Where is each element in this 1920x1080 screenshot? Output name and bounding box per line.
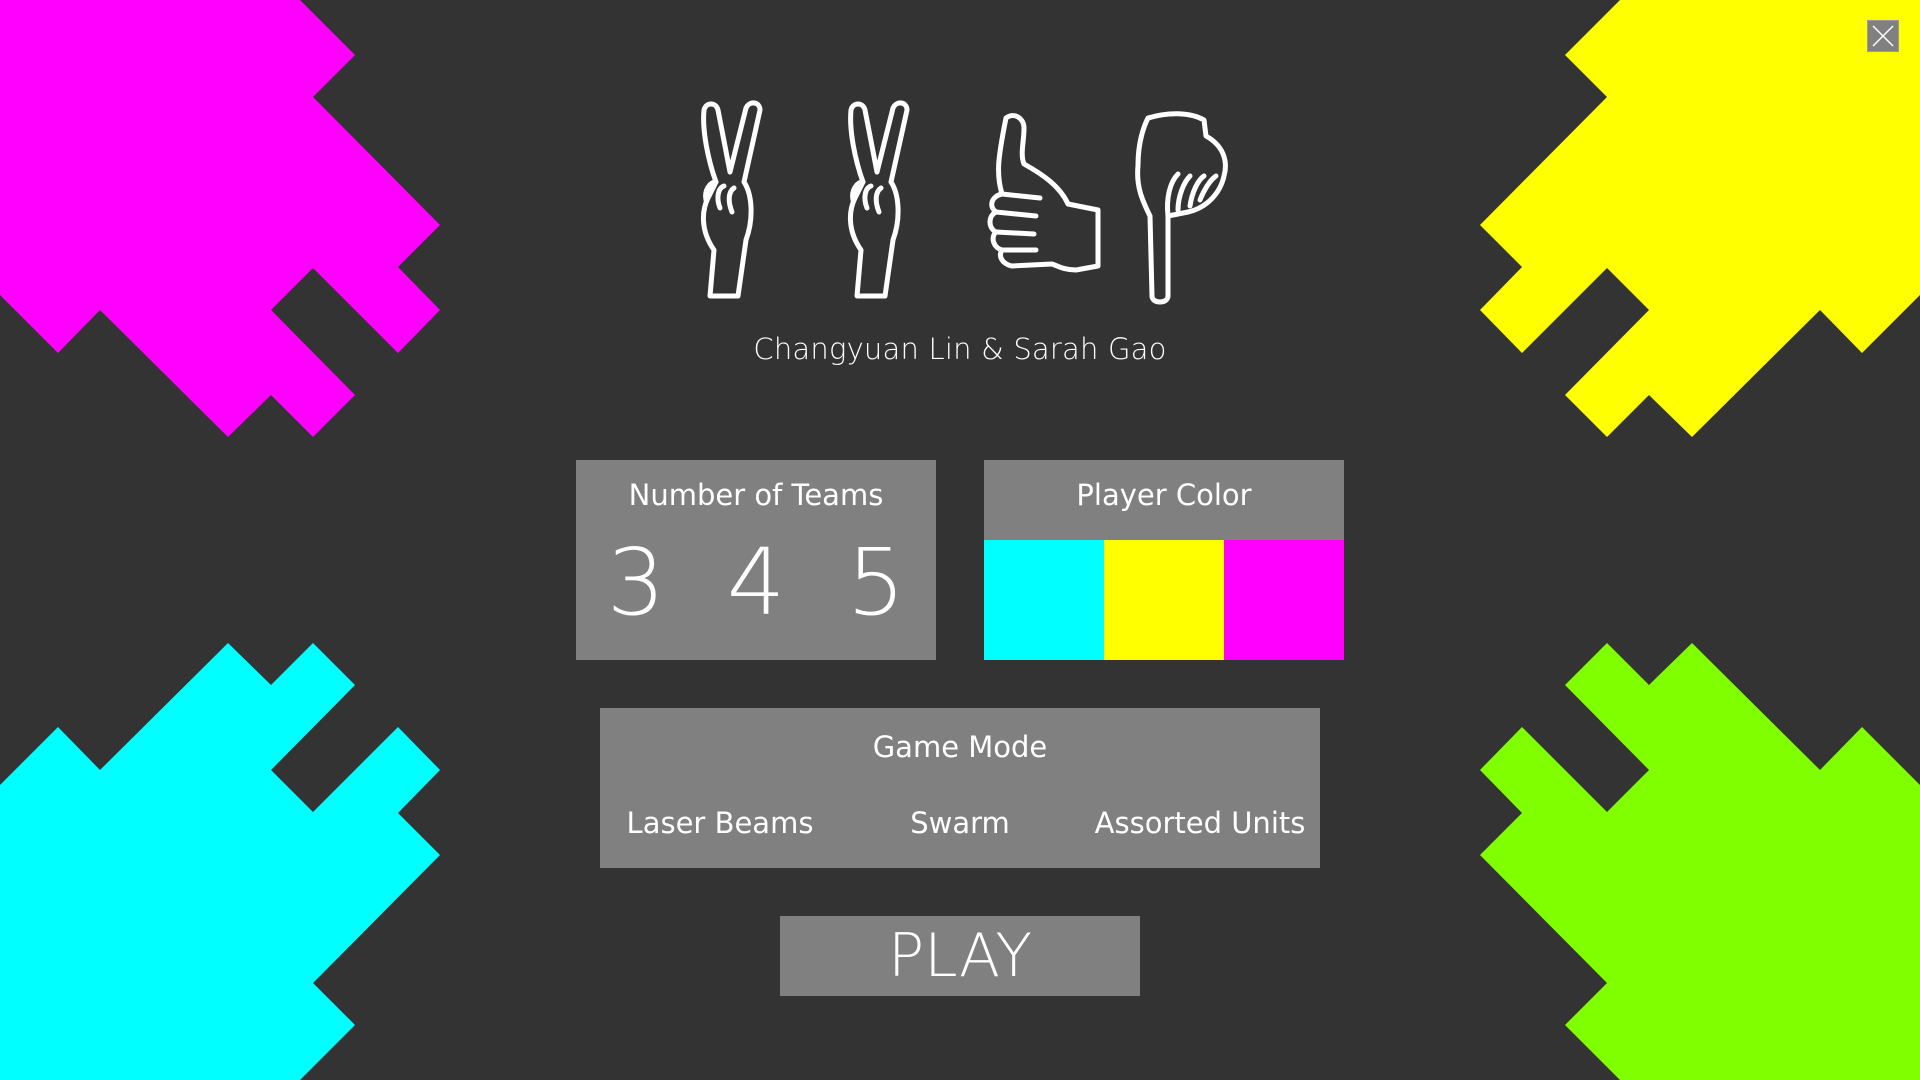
mode-option-assorted-units[interactable]: Assorted Units <box>1095 806 1306 840</box>
play-button[interactable]: PLAY <box>780 916 1140 996</box>
peace-hand-icon <box>701 100 763 299</box>
team-option-5[interactable]: 5 <box>816 518 936 648</box>
number-of-teams-panel: Number of Teams 3 4 5 <box>576 460 936 660</box>
pointing-down-hand-icon <box>1135 111 1228 305</box>
cyan-corner-shape <box>0 643 440 1080</box>
thumbs-up-hand-icon <box>987 113 1101 273</box>
close-icon <box>1872 25 1894 47</box>
team-option-3[interactable]: 3 <box>576 518 696 648</box>
player-color-title: Player Color <box>1076 478 1252 512</box>
title-logo <box>701 100 1228 305</box>
lime-corner-shape <box>1480 643 1920 1080</box>
color-swatch-cyan[interactable] <box>984 540 1104 660</box>
magenta-corner-shape <box>0 0 440 437</box>
team-option-4[interactable]: 4 <box>696 518 816 648</box>
number-of-teams-title: Number of Teams <box>628 478 884 512</box>
mode-option-laser-beams[interactable]: Laser Beams <box>627 806 814 840</box>
game-mode-panel: Game Mode Laser Beams Swarm Assorted Uni… <box>600 708 1320 868</box>
yellow-corner-shape <box>1480 0 1920 437</box>
color-swatch-magenta[interactable] <box>1224 540 1344 660</box>
game-mode-title: Game Mode <box>872 730 1048 764</box>
player-color-panel: Player Color <box>984 460 1344 660</box>
close-button[interactable] <box>1867 20 1899 52</box>
credits-text: Changyuan Lin & Sarah Gao <box>753 332 1167 366</box>
mode-option-swarm[interactable]: Swarm <box>910 806 1010 840</box>
color-swatch-yellow[interactable] <box>1104 540 1224 660</box>
peace-hand-icon <box>848 100 910 299</box>
